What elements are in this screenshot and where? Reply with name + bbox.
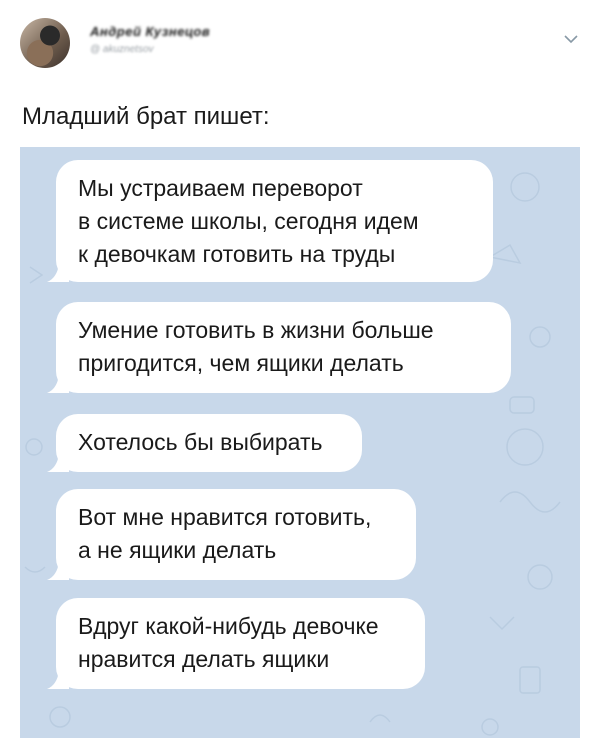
message-line: Мы устраиваем переворот xyxy=(78,175,363,201)
tweet-text: Младший брат пишет: xyxy=(22,103,270,130)
message-line: Хотелось бы выбирать xyxy=(78,429,323,455)
message-bubble: Мы устраиваем переворот в системе школы,… xyxy=(47,160,493,282)
message-line: в системе школы, сегодня идем xyxy=(78,208,419,234)
message-line: Вот мне нравится готовить, xyxy=(78,504,372,530)
bubble-tail xyxy=(47,264,69,282)
message-line: нравится делать ящики xyxy=(78,646,330,672)
avatar[interactable] xyxy=(20,18,70,68)
message-bubble: Умение готовить в жизни больше пригодитс… xyxy=(47,302,511,393)
bubble-tail xyxy=(47,562,69,580)
bubble-tail xyxy=(47,375,69,393)
tweet-header: Андрей Кузнецов @ akuznetsov xyxy=(20,18,580,78)
message-line: к девочкам готовить на труды xyxy=(78,241,396,267)
bubble-tail xyxy=(47,454,69,472)
chevron-down-icon[interactable] xyxy=(562,30,580,48)
message-line: Умение готовить в жизни больше xyxy=(78,317,434,343)
author-handle[interactable]: @ akuznetsov xyxy=(90,44,154,55)
message-bubble: Хотелось бы выбирать xyxy=(47,414,362,472)
message-bubble: Вдруг какой-нибудь девочке нравится дела… xyxy=(47,598,425,689)
chat-screenshot: Мы устраиваем переворот в системе школы,… xyxy=(20,147,580,738)
message-line: а не ящики делать xyxy=(78,537,277,563)
message-line: пригодится, чем ящики делать xyxy=(78,350,404,376)
message-line: Вдруг какой-нибудь девочке xyxy=(78,613,379,639)
bubble-tail xyxy=(47,671,69,689)
message-bubble: Вот мне нравится готовить, а не ящики де… xyxy=(47,489,416,580)
author-name[interactable]: Андрей Кузнецов xyxy=(90,24,210,39)
